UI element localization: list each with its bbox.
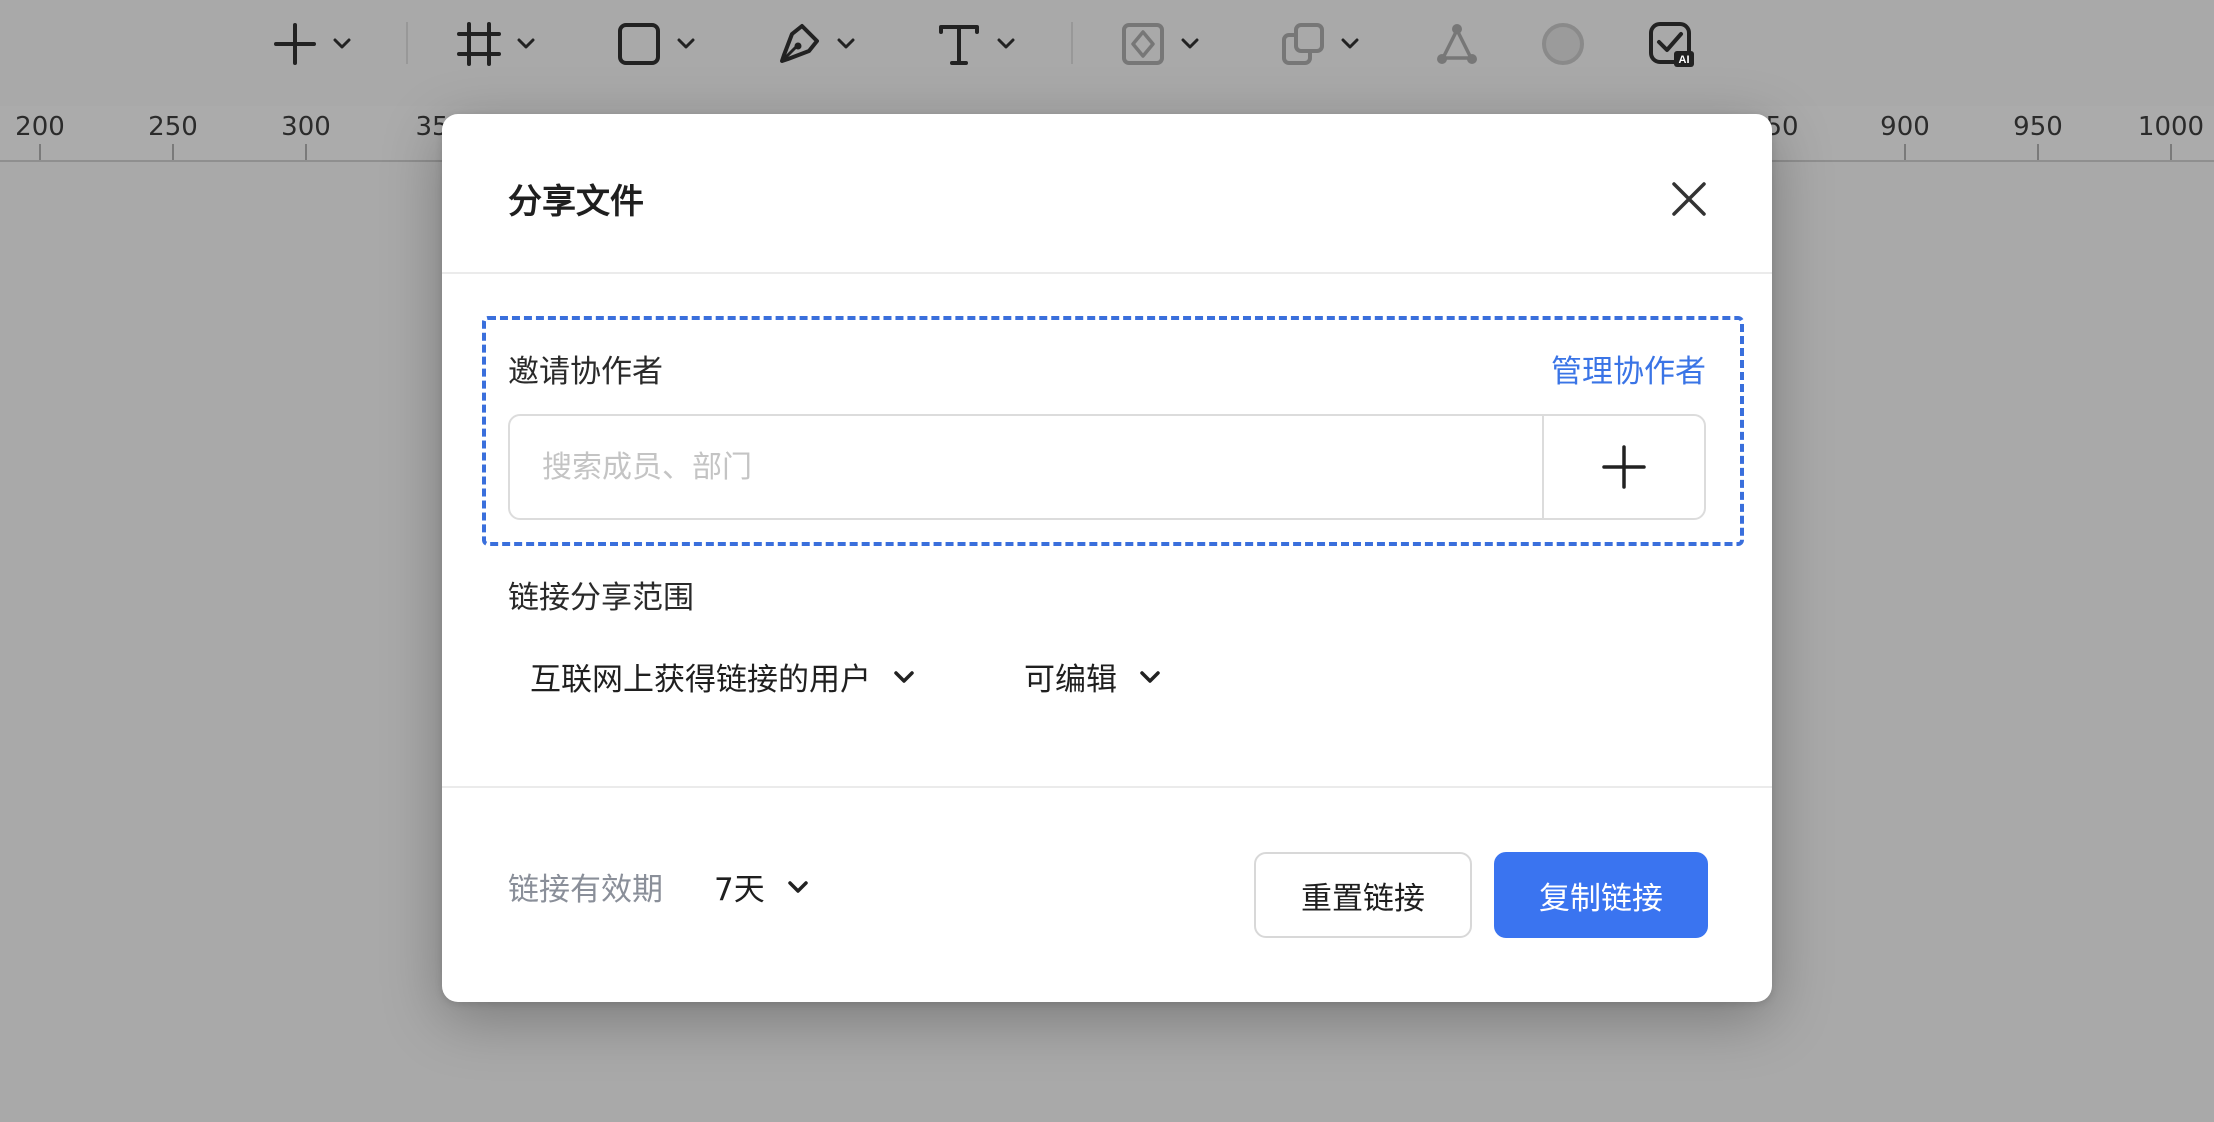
share-audience-value: 互联网上获得链接的用户 [530,662,871,698]
rectangle-icon [618,23,660,65]
text-icon [939,25,979,65]
manage-collaborators-link[interactable]: 管理协作者 [1551,346,1706,391]
ruler-tick [2037,144,2039,160]
add-collaborator-button[interactable] [1542,416,1704,518]
dialog-header: 分享文件 [442,114,1772,274]
close-icon [1672,182,1706,216]
vector-network-tool[interactable] [1434,14,1480,74]
share-permission-dropdown[interactable]: 可编辑 [1024,654,1161,699]
member-search-input[interactable] [510,416,1542,518]
share-file-dialog: 分享文件 邀请协作者 管理协作者 链接分享范围 互联网上获得链接的用户 可编辑 … [442,114,1772,1002]
ruler-tick [1904,144,1906,160]
chevron-down-icon [333,38,351,49]
chevron-down-icon [1181,38,1199,49]
design-editor: AI 200 250 300 35 50 900 950 1000 分享文件 邀… [0,0,2214,1122]
toolbar-separator [406,22,408,64]
component-tool[interactable] [1120,14,1200,74]
close-button[interactable] [1664,174,1714,224]
text-tool[interactable] [936,14,1016,74]
chevron-down-icon [1341,38,1359,49]
ruler-label: 300 [281,112,331,142]
frame-tool[interactable] [456,14,536,74]
ruler-label: 900 [1880,112,1930,142]
pen-icon [780,24,819,63]
svg-text:AI: AI [1679,54,1690,66]
ruler-tick [305,144,307,160]
component-icon [1122,23,1164,65]
circle-icon [1542,23,1584,65]
link-expiry-label: 链接有效期 [508,872,663,908]
boolean-icon [1282,23,1324,65]
link-expiry-dropdown[interactable]: 7天 [714,864,809,909]
toolbar-separator [1071,22,1073,64]
add-tool[interactable] [272,14,352,74]
ruler-tick [172,144,174,160]
mask-tool[interactable] [1540,14,1586,74]
plus-icon [1602,445,1646,489]
shape-tool[interactable] [616,14,696,74]
boolean-tool[interactable] [1280,14,1360,74]
ai-tool[interactable]: AI [1648,14,1694,74]
reset-link-button[interactable]: 重置链接 [1254,852,1472,938]
vector-network-icon [1437,24,1477,64]
pen-tool[interactable] [776,14,856,74]
chevron-down-icon [837,38,855,49]
ruler-tick [2170,144,2172,160]
share-audience-dropdown[interactable]: 互联网上获得链接的用户 [530,654,915,699]
ruler-label: 950 [2013,112,2063,142]
chevron-down-icon [517,38,535,49]
dialog-title: 分享文件 [508,182,644,222]
chevron-down-icon [894,670,914,683]
invite-collaborators-label: 邀请协作者 [508,354,663,390]
invite-search-field [508,414,1706,520]
chevron-down-icon [787,880,808,893]
link-expiry-value: 7天 [714,872,765,908]
link-share-scope-label: 链接分享范围 [508,580,694,616]
ruler-label: 250 [148,112,198,142]
chevron-down-icon [1140,670,1160,683]
share-permission-value: 可编辑 [1024,662,1117,698]
ruler-label: 200 [15,112,65,142]
frame-icon [457,22,501,66]
chevron-down-icon [997,38,1015,49]
plus-icon [274,23,316,65]
ruler-label: 1000 [2137,112,2205,142]
chevron-down-icon [677,38,695,49]
footer-divider [442,786,1772,788]
ai-check-icon: AI [1649,22,1694,67]
copy-link-button[interactable]: 复制链接 [1494,852,1708,938]
toolbar: AI [0,0,2214,106]
ruler-tick [39,144,41,160]
